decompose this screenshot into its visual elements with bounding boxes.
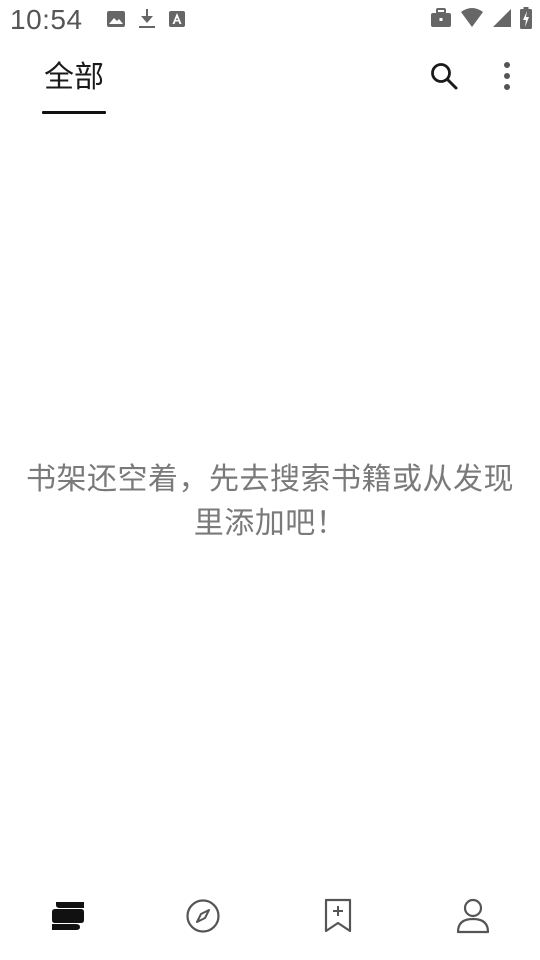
nav-discover[interactable]	[163, 888, 243, 948]
font-icon	[168, 10, 186, 28]
more-vert-icon	[502, 61, 512, 95]
more-options-button[interactable]	[487, 58, 527, 98]
download-icon	[138, 8, 156, 30]
tab-indicator	[42, 111, 106, 114]
bookshelf-icon	[50, 900, 86, 936]
status-bar: 10:54	[0, 0, 540, 40]
briefcase-icon	[430, 8, 452, 28]
top-app-bar: 全部	[0, 48, 540, 118]
wifi-icon	[460, 8, 484, 28]
bottom-navigation	[0, 876, 540, 960]
empty-bookshelf-message: 书架还空着，先去搜索书籍或从发现里添加吧！	[26, 462, 514, 541]
notification-icons	[106, 8, 186, 30]
search-icon	[429, 61, 459, 95]
compass-icon	[185, 898, 221, 938]
battery-charging-icon	[520, 7, 532, 29]
system-icons	[430, 6, 532, 30]
image-icon	[106, 9, 126, 29]
profile-icon	[456, 898, 490, 938]
status-time: 10:54	[10, 4, 83, 35]
tab-all[interactable]: 全部	[42, 56, 106, 114]
nav-bookmark[interactable]	[298, 888, 378, 948]
bookmark-add-icon	[323, 898, 353, 938]
search-button[interactable]	[424, 58, 464, 98]
cellular-signal-icon	[492, 8, 512, 28]
bookshelf-screen: 10:54 全部 书架还空着，先去搜索书籍或从发现里添加吧！	[0, 0, 540, 960]
tab-all-label: 全部	[44, 60, 104, 95]
nav-bookshelf[interactable]	[28, 888, 108, 948]
nav-profile[interactable]	[433, 888, 513, 948]
